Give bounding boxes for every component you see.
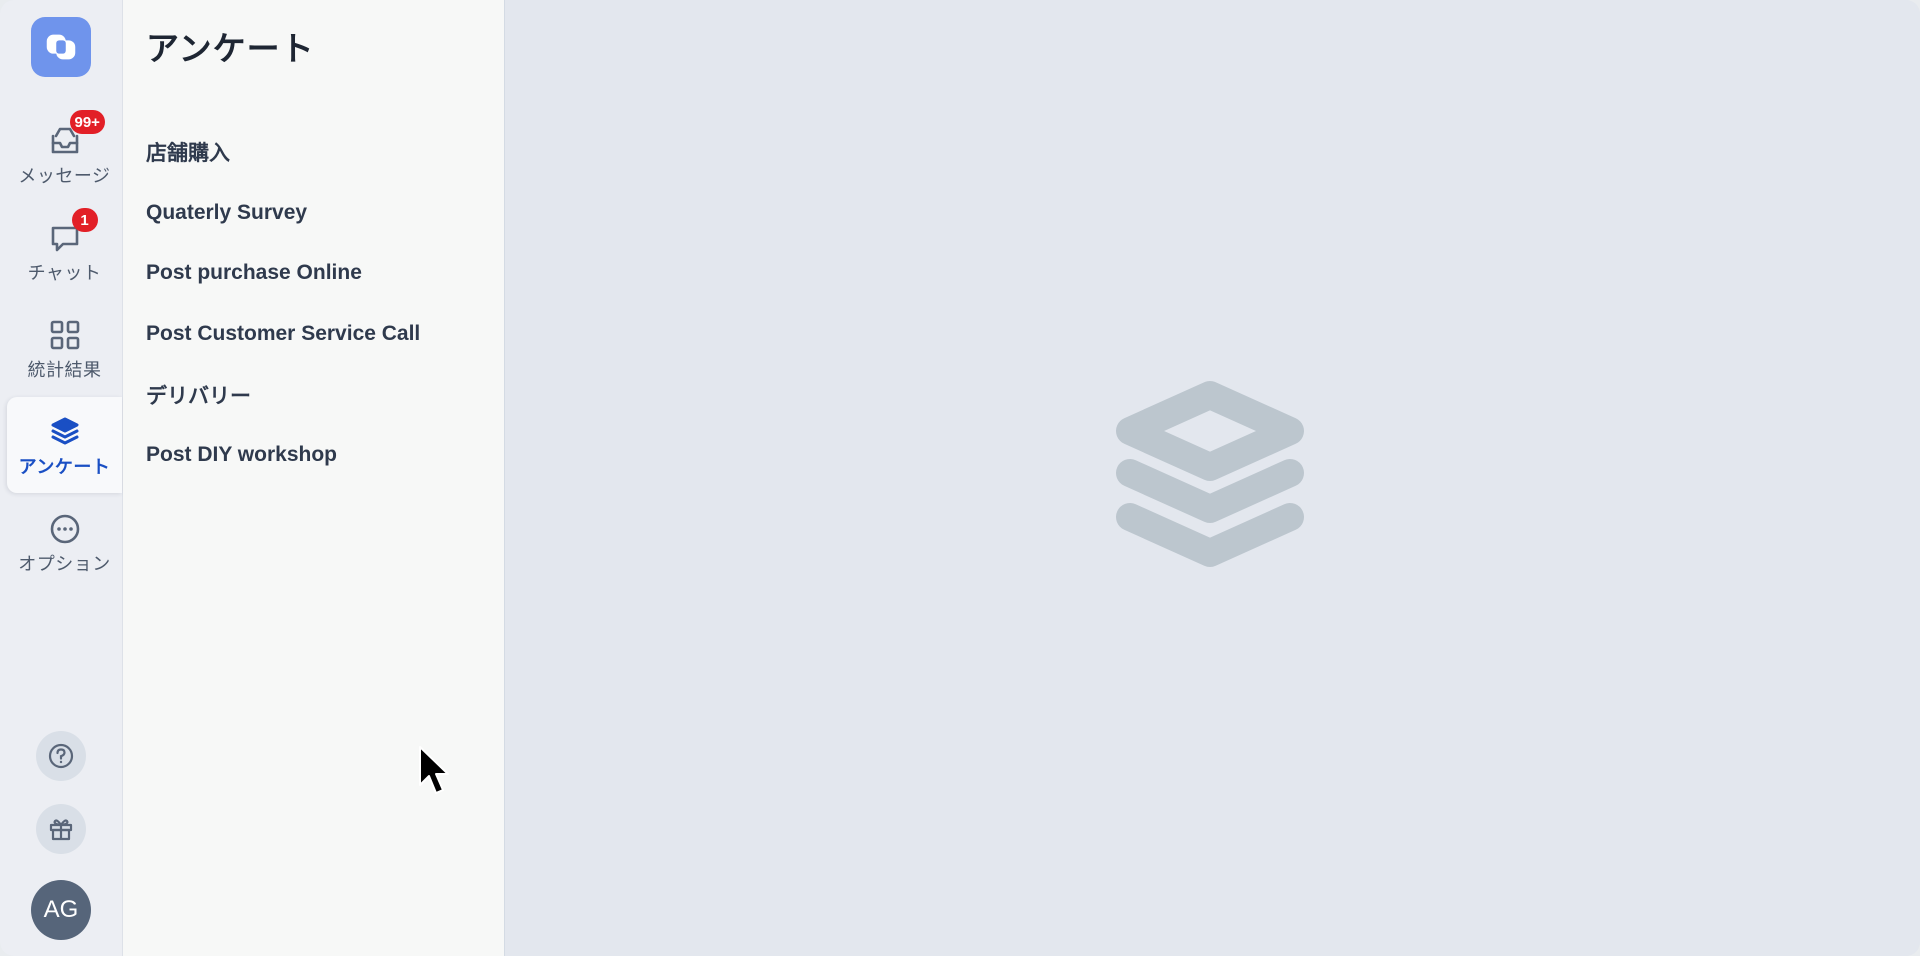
sidebar-rail: 99+ メッセージ 1 チャット 統計結果 アンケート オプション AG [0, 0, 123, 956]
nav-label-options: オプション [18, 554, 111, 575]
chat-bubble-icon: 1 [48, 208, 98, 255]
nav-item-chat[interactable]: 1 チャット [7, 203, 122, 299]
survey-item-post-customer-service-call[interactable]: Post Customer Service Call [123, 304, 504, 365]
nav-label-surveys: アンケート [18, 457, 111, 478]
page-title: アンケート [146, 29, 315, 68]
survey-list: 店舗購入 Quaterly Survey Post purchase Onlin… [123, 122, 504, 486]
grid-icon [48, 318, 82, 352]
nav-item-options[interactable]: オプション [7, 494, 122, 590]
nav-item-messages[interactable]: 99+ メッセージ [7, 106, 122, 202]
survey-item-quarterly-survey[interactable]: Quaterly Survey [123, 183, 504, 244]
survey-item-store-purchase[interactable]: 店舗購入 [123, 122, 504, 183]
survey-item-post-diy-workshop[interactable]: Post DIY workshop [123, 425, 504, 486]
app-window: 99+ メッセージ 1 チャット 統計結果 アンケート オプション AG アンケ… [0, 0, 1920, 956]
nav-item-surveys[interactable]: アンケート [7, 397, 122, 493]
stack-layers-icon [48, 415, 82, 449]
app-logo[interactable] [31, 17, 91, 77]
survey-list-panel: アンケート 店舗購入 Quaterly Survey Post purchase… [123, 0, 505, 956]
nav-item-statistics[interactable]: 統計結果 [7, 300, 122, 396]
chat-badge: 1 [71, 208, 98, 232]
nav-label-statistics: 統計結果 [27, 360, 102, 381]
inbox-icon: 99+ [48, 110, 105, 158]
survey-item-delivery[interactable]: デリバリー [123, 364, 504, 425]
nav-label-messages: メッセージ [18, 166, 111, 187]
gift-button[interactable] [36, 804, 86, 854]
nav-label-chat: チャット [27, 263, 102, 284]
messages-badge: 99+ [69, 110, 105, 134]
help-circle-icon [48, 743, 74, 769]
stack-layers-icon [1116, 381, 1304, 567]
app-logo-icon [46, 34, 76, 60]
more-dots-icon [48, 512, 82, 546]
user-avatar[interactable]: AG [31, 880, 91, 940]
help-button[interactable] [36, 731, 86, 781]
gift-icon [49, 819, 73, 841]
main-content-empty-state [505, 0, 1920, 956]
survey-item-post-purchase-online[interactable]: Post purchase Online [123, 243, 504, 304]
